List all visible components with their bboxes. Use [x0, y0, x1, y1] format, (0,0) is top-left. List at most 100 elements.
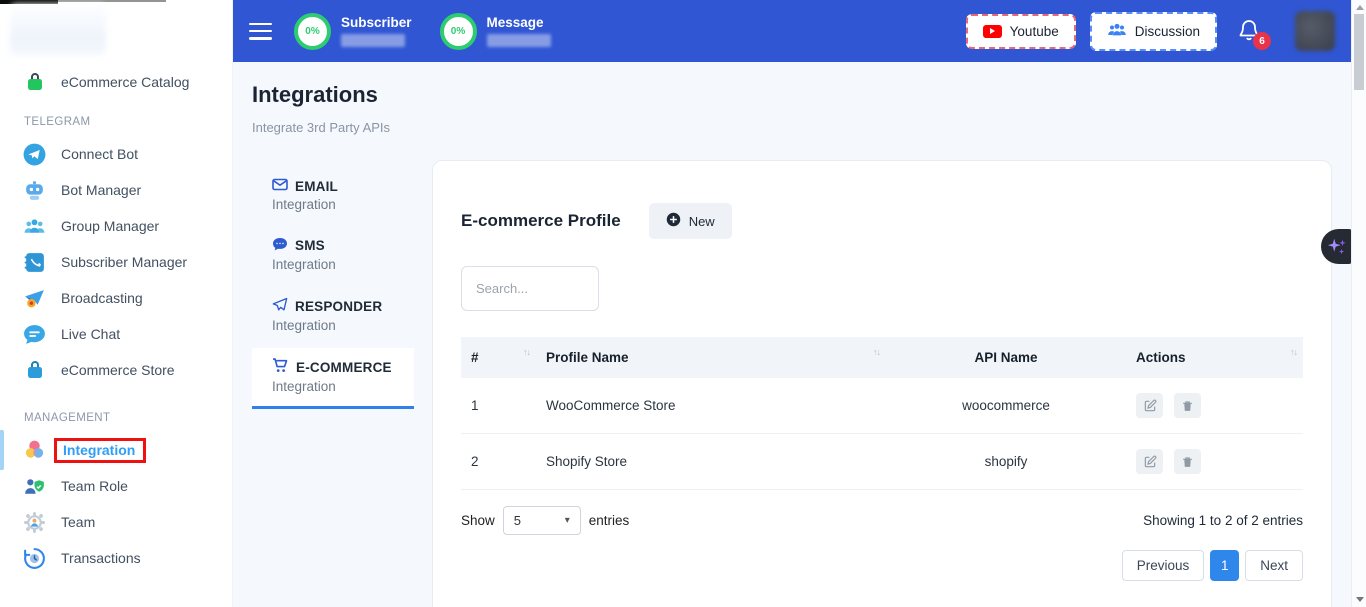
sidebar-item-transactions[interactable]: Transactions	[0, 540, 232, 576]
search-input[interactable]	[461, 266, 599, 311]
subscriber-stat-value-blurred	[341, 34, 405, 47]
tab-responder-integration[interactable]: RESPONDER Integration	[252, 287, 414, 345]
message-percent: 0%	[451, 26, 465, 37]
tab-email-integration[interactable]: EMAIL Integration	[252, 168, 414, 224]
message-stat: 0% Message	[440, 13, 551, 50]
show-label: Show	[461, 513, 495, 528]
sidebar-item-integration[interactable]: Integration	[0, 432, 232, 468]
envelope-icon	[272, 178, 288, 194]
sidebar-item-live-chat[interactable]: Live Chat	[0, 316, 232, 352]
active-indicator-bar	[0, 430, 4, 470]
sidebar-item-team-role[interactable]: Team Role	[0, 468, 232, 504]
contact-book-icon	[22, 250, 47, 275]
topbar: 0% Subscriber 0% Message Youtube Discuss…	[233, 0, 1351, 62]
youtube-icon	[983, 25, 1002, 38]
sidebar-item-label: Bot Manager	[61, 182, 141, 198]
profile-name-cell: Shopify Store	[536, 434, 886, 490]
edit-button[interactable]	[1136, 449, 1163, 474]
next-page-button[interactable]: Next	[1245, 550, 1303, 581]
delete-button[interactable]	[1174, 393, 1201, 418]
discussion-button[interactable]: Discussion	[1090, 12, 1217, 51]
sidebar-item-ecommerce-store[interactable]: eCommerce Store	[0, 352, 232, 388]
scrollbar-thumb[interactable]	[1354, 14, 1364, 90]
sidebar-nav: eCommerce Catalog TELEGRAM Connect Bot B…	[0, 64, 232, 576]
page-subtitle: Integrate 3rd Party APIs	[252, 120, 390, 135]
edit-icon	[1143, 455, 1157, 469]
shopping-bag-green-icon	[22, 70, 47, 95]
sidebar-item-label: Connect Bot	[61, 146, 138, 162]
previous-page-button[interactable]: Previous	[1122, 550, 1205, 581]
sidebar-item-label: Team	[61, 514, 95, 530]
column-header-actions[interactable]: Actions ↑↓	[1126, 337, 1303, 378]
youtube-button[interactable]: Youtube	[966, 14, 1076, 49]
edit-icon	[1143, 399, 1157, 413]
notification-count-badge: 6	[1253, 32, 1271, 50]
broadcast-plane-icon	[22, 286, 47, 311]
current-page-button[interactable]: 1	[1210, 550, 1239, 581]
entries-summary: Showing 1 to 2 of 2 entries	[1143, 513, 1303, 528]
sidebar-item-subscriber-manager[interactable]: Subscriber Manager	[0, 244, 232, 280]
sort-icon[interactable]: ↑↓	[873, 347, 880, 357]
sidebar-item-bot-manager[interactable]: Bot Manager	[0, 172, 232, 208]
sidebar-item-broadcasting[interactable]: Broadcasting	[0, 280, 232, 316]
message-stat-label: Message	[487, 15, 551, 30]
ai-assistant-button[interactable]	[1321, 229, 1352, 264]
notifications-button[interactable]: 6	[1237, 18, 1263, 44]
sidebar-item-label: Integration	[63, 442, 135, 458]
annotation-highlight-box: Integration	[54, 438, 146, 463]
youtube-button-label: Youtube	[1010, 24, 1059, 39]
tab-label: RESPONDER	[295, 299, 382, 314]
api-name-cell: shopify	[886, 434, 1126, 490]
column-label: API Name	[974, 350, 1037, 365]
sidebar-section-telegram: TELEGRAM	[0, 108, 232, 136]
tab-sms-integration[interactable]: SMS Integration	[252, 227, 414, 284]
shopping-bag-blue-icon	[22, 358, 47, 383]
sort-icon[interactable]: ↑↓	[523, 347, 530, 357]
sidebar-item-label: Subscriber Manager	[61, 254, 187, 270]
profile-name-cell: WooCommerce Store	[536, 378, 886, 434]
new-button-label: New	[689, 214, 715, 229]
column-label: #	[471, 350, 479, 365]
new-profile-button[interactable]: New	[649, 203, 732, 239]
page-title: Integrations	[252, 82, 378, 108]
sidebar-item-label: eCommerce Catalog	[61, 74, 189, 90]
scrollbar-down-arrow-icon[interactable]	[1356, 597, 1364, 602]
robot-icon	[22, 178, 47, 203]
tab-sublabel: Integration	[272, 379, 404, 394]
subscriber-percent: 0%	[305, 26, 319, 37]
history-clock-icon	[22, 546, 47, 571]
api-name-cell: woocommerce	[886, 378, 1126, 434]
column-header-profile-name[interactable]: Profile Name↑↓	[536, 337, 886, 378]
sidebar-item-label: Group Manager	[61, 218, 159, 234]
ecommerce-profile-card: E-commerce Profile New # ↑↓ Profile Name↑…	[432, 160, 1332, 607]
paper-plane-icon	[272, 297, 288, 315]
entries-per-page-select[interactable]: 5 ▾	[503, 506, 581, 535]
sidebar-item-connect-bot[interactable]: Connect Bot	[0, 136, 232, 172]
sidebar-item-group-manager[interactable]: Group Manager	[0, 208, 232, 244]
app-logo[interactable]	[10, 4, 106, 56]
column-header-api-name[interactable]: API Name	[886, 337, 1126, 378]
column-header-index[interactable]: # ↑↓	[461, 337, 536, 378]
delete-button[interactable]	[1174, 449, 1201, 474]
sort-icon[interactable]: ↑↓	[1290, 347, 1297, 357]
shopping-cart-icon	[272, 358, 289, 376]
table-header-row: # ↑↓ Profile Name↑↓ API Name Actions ↑↓	[461, 337, 1303, 378]
column-label: Actions	[1136, 350, 1186, 365]
sidebar-item-team[interactable]: Team	[0, 504, 232, 540]
tab-label: SMS	[295, 238, 325, 253]
panel-title: E-commerce Profile	[461, 211, 621, 231]
vertical-scrollbar[interactable]	[1351, 0, 1366, 607]
table-row: 1 WooCommerce Store woocommerce	[461, 378, 1303, 434]
hamburger-menu-icon[interactable]	[249, 23, 272, 40]
sidebar-item-ecommerce-catalog[interactable]: eCommerce Catalog	[0, 64, 232, 100]
plus-circle-icon	[666, 212, 681, 230]
profiles-table: # ↑↓ Profile Name↑↓ API Name Actions ↑↓ 1 …	[461, 337, 1303, 490]
sidebar-item-label: Broadcasting	[61, 290, 143, 306]
sparkles-icon	[1326, 236, 1348, 258]
message-progress-ring: 0%	[440, 13, 477, 50]
scrollbar-up-arrow-icon[interactable]	[1356, 5, 1364, 10]
telegram-icon	[22, 142, 47, 167]
edit-button[interactable]	[1136, 393, 1163, 418]
tab-ecommerce-integration[interactable]: E-COMMERCE Integration	[252, 348, 414, 409]
user-avatar[interactable]	[1295, 11, 1335, 51]
